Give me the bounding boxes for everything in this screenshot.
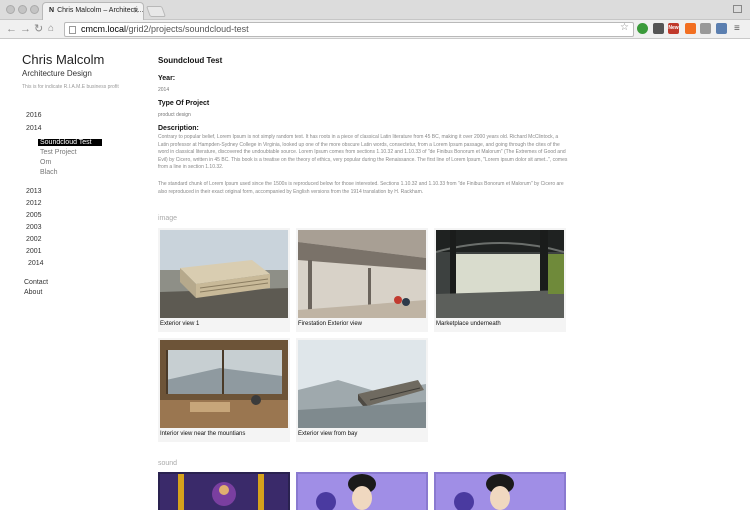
url-path: /grid2/projects/soundcloud-test <box>126 24 249 34</box>
url-host: cmcm.local <box>81 24 127 34</box>
interior-view-image <box>160 340 288 428</box>
sidebar-project-test-project[interactable]: Test Project <box>40 149 77 156</box>
address-bar[interactable]: cmcm.local/grid2/projects/soundcloud-tes… <box>64 22 634 37</box>
browser-tab[interactable]: N Chris Malcolm – Architecti... ✕ <box>42 2 144 20</box>
close-window-button[interactable] <box>6 5 15 14</box>
soundcloud-extension-icon[interactable] <box>685 23 696 34</box>
printer-extension-icon[interactable] <box>700 23 711 34</box>
image-section-label: image <box>158 215 178 222</box>
sidebar-project-soundcloud-test[interactable]: Soundcloud Test <box>38 139 102 146</box>
sound-section-label: sound <box>158 460 178 467</box>
sidebar-year-2001[interactable]: 2001 <box>26 248 42 255</box>
chat-extension-icon[interactable] <box>653 23 664 34</box>
image-caption: Interior view near the mountians <box>160 431 246 437</box>
new-badge-extension-icon[interactable]: New <box>668 23 679 34</box>
sidebar-year-2005[interactable]: 2005 <box>26 212 42 219</box>
forward-arrow-icon[interactable]: → <box>20 22 31 36</box>
close-tab-icon[interactable]: ✕ <box>133 7 139 15</box>
sidebar-project-blach[interactable]: Blach <box>40 169 58 176</box>
site-title[interactable]: Chris Malcolm <box>22 52 104 67</box>
menu-icon[interactable]: ≡ <box>734 22 740 36</box>
gallery-thumb[interactable]: Marketplace underneath <box>434 228 566 332</box>
sound-thumb[interactable] <box>434 472 566 512</box>
year-label: Year: <box>158 75 176 82</box>
project-type-label: Type Of Project <box>158 100 210 107</box>
sidebar-year-2003[interactable]: 2003 <box>26 224 42 231</box>
image-caption: Marketplace underneath <box>436 321 501 327</box>
sound-cover-image <box>160 474 288 510</box>
sidebar-contact-link[interactable]: Contact <box>24 279 48 286</box>
page-icon <box>69 26 76 34</box>
exterior-bay-image <box>298 340 426 428</box>
gallery-thumb[interactable]: Exterior view 1 <box>158 228 290 332</box>
gallery-thumb[interactable]: Firestation Exterior view <box>296 228 428 332</box>
tab-favicon-icon: N <box>49 7 55 14</box>
gallery-thumb[interactable]: Exterior view from bay <box>296 338 428 442</box>
image-caption: Exterior view 1 <box>160 321 200 327</box>
page-content: Chris Malcolm Architecture Design This i… <box>0 40 750 512</box>
description-paragraph-2: The standard chunk of Lorem Ipsum used s… <box>158 181 564 195</box>
sidebar-project-om[interactable]: Om <box>40 159 51 166</box>
exterior-view-image <box>160 230 288 318</box>
sidebar-year-2014[interactable]: 2014 <box>26 125 42 132</box>
firestation-image <box>298 230 426 318</box>
fullscreen-icon[interactable] <box>733 5 742 13</box>
sound-thumb[interactable] <box>158 472 290 510</box>
image-caption: Firestation Exterior view <box>298 321 363 327</box>
browser-tab-bar: N Chris Malcolm – Architecti... ✕ <box>0 0 750 20</box>
minimize-window-button[interactable] <box>18 5 27 14</box>
sidebar-year-2002[interactable]: 2002 <box>26 236 42 243</box>
home-icon[interactable]: ⌂ <box>48 22 54 36</box>
sound-thumb[interactable] <box>296 472 428 512</box>
site-subtitle: Architecture Design <box>22 69 92 78</box>
sound-cover-image <box>298 474 426 512</box>
zoom-window-button[interactable] <box>30 5 39 14</box>
marketplace-image <box>436 230 564 318</box>
bookmark-star-icon[interactable]: ☆ <box>620 22 629 33</box>
gallery-thumb[interactable]: Interior view near the mountians <box>158 338 290 442</box>
year-value: 2014 <box>158 87 170 93</box>
project-type-value: product design <box>158 112 191 118</box>
back-arrow-icon[interactable]: ← <box>6 22 17 36</box>
new-tab-button[interactable] <box>145 6 167 17</box>
sidebar-year-2012[interactable]: 2012 <box>26 200 42 207</box>
evernote-extension-icon[interactable] <box>637 23 648 34</box>
tab-title: Chris Malcolm – Architecti... <box>57 7 144 14</box>
reload-icon[interactable]: ↻ <box>34 22 43 36</box>
image-caption: Exterior view from bay <box>298 431 358 437</box>
description-label: Description: <box>158 125 199 132</box>
sound-cover-image <box>436 474 564 512</box>
site-tagline: This is for indicate R.I.A.M.E business … <box>22 84 119 90</box>
project-title: Soundcloud Test <box>158 56 223 65</box>
screen-extension-icon[interactable] <box>716 23 727 34</box>
sidebar-about-link[interactable]: About <box>24 289 42 296</box>
browser-toolbar: ← → ↻ ⌂ cmcm.local/grid2/projects/soundc… <box>0 20 750 39</box>
sidebar-year-2016[interactable]: 2016 <box>26 112 42 119</box>
description-paragraph-1: Contrary to popular belief, Lorem Ipsum … <box>158 134 568 170</box>
sidebar-year-2014-b[interactable]: 2014 <box>28 260 44 267</box>
sidebar-year-2013[interactable]: 2013 <box>26 188 42 195</box>
